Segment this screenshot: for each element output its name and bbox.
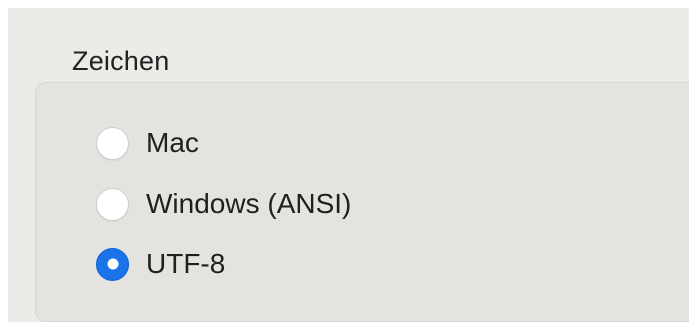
section-title: Zeichen xyxy=(72,46,170,76)
radio-label-utf-8[interactable]: UTF-8 xyxy=(146,246,225,282)
radio-button-utf-8[interactable] xyxy=(96,247,129,281)
radio-option-windows-ansi[interactable]: Windows (ANSI) xyxy=(96,186,351,222)
radio-label-mac[interactable]: Mac xyxy=(146,125,199,161)
radio-button-windows-ansi[interactable] xyxy=(96,187,129,221)
radio-button-mac[interactable] xyxy=(96,126,129,160)
radio-option-mac[interactable]: Mac xyxy=(96,125,199,161)
radio-option-utf-8[interactable]: UTF-8 xyxy=(96,246,225,282)
radio-label-windows-ansi[interactable]: Windows (ANSI) xyxy=(146,186,351,222)
